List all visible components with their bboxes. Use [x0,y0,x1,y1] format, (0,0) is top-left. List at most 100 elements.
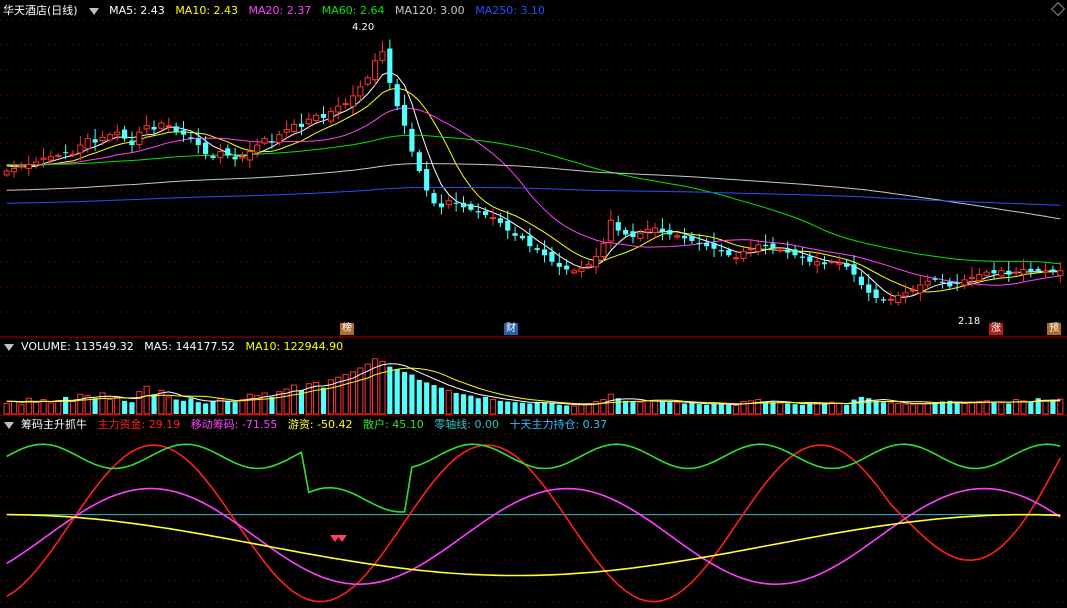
volume-bar [1020,400,1027,415]
candle-body [917,284,924,294]
candle-body [416,152,422,171]
candle-body [792,249,798,256]
retail-line [6,443,1061,513]
candle-body [468,204,474,210]
volume-bar [106,399,113,415]
dropdown-icon[interactable] [4,421,14,429]
volume-bar [180,400,187,414]
candle-body [607,219,614,242]
candle-body [475,211,481,213]
ma20-line [6,107,1061,286]
candle-body [180,130,187,135]
candle-body [203,142,209,155]
candle-body [747,248,754,251]
volume-bar [129,402,135,414]
dropdown-icon[interactable] [88,7,99,15]
volume-bar [954,402,960,414]
volume-bar [968,401,975,415]
candle-body [651,227,659,234]
candle-body [239,156,246,159]
volume-bar [475,398,481,414]
marker-yu[interactable]: 预 [1047,323,1061,335]
candle-body [483,211,489,216]
candle-body [33,161,40,166]
legend-ma5: MA5: 2.43 [109,4,165,17]
volume-bar [225,400,231,414]
volume-bar [151,394,157,414]
candle-body [733,257,740,260]
volume-bar [651,399,659,415]
candle-body [298,123,304,127]
candle-body [151,126,157,130]
volume-bar [733,404,740,415]
marker-zhang[interactable]: 涨 [989,323,1003,335]
volume-bar [453,392,459,414]
candle-body [25,164,32,169]
candle-body [718,250,724,252]
volume-bar [416,379,422,414]
candle-body [18,165,25,168]
candle-body [431,193,437,204]
candle-body [851,264,857,275]
candle-body [983,271,990,276]
candle-body [887,298,894,301]
move-chip-line [6,487,1061,586]
volume-bar [770,402,776,414]
volume-bar [25,397,32,415]
candle-body [880,299,887,301]
volume-bar [792,404,798,414]
candle-body [807,256,813,262]
volume-bar [438,387,444,414]
candle-body [40,157,47,160]
volume-bar [143,385,150,415]
volume-bar [689,402,695,414]
marker-cai[interactable]: 财 [504,323,518,335]
candle-body [858,276,864,286]
candle-body [1050,269,1056,273]
ma120-line [6,163,1061,220]
candle-body [387,48,393,83]
legend-ma10: MA10: 2.43 [175,4,239,17]
candle-body [998,270,1005,277]
candle-body [372,60,379,81]
volume-bar [387,366,393,414]
volume-bar [807,403,813,414]
ma5-line [6,71,1061,298]
volume-bar [755,399,762,415]
price-legend: 华天酒店(日线) MA5: 2.43 MA10: 2.43 MA20: 2.37… [0,2,552,20]
volume-bar [3,402,10,415]
candle-body [1020,268,1027,275]
volume-bar [445,389,452,415]
candle-body [173,126,179,133]
candle-body [313,114,320,121]
dropdown-icon[interactable] [4,343,14,351]
volume-bar [519,402,526,414]
volume-bar [556,404,562,414]
volume-ma10: MA10: 122944.90 [245,340,344,353]
volume-bar [880,402,887,414]
candle-body [357,86,364,97]
candle-body [445,200,452,206]
volume-bar [578,403,585,415]
legend-ma60: MA60: 2.64 [321,4,385,17]
candle-body [755,244,762,252]
candle-body [210,156,216,159]
volume-bar [210,401,216,414]
volume-bar [659,401,666,414]
volume-bar [726,404,732,414]
chart-canvas [0,19,1067,603]
volume-bar [33,401,40,415]
legend-ma250: MA250: 3.10 [475,4,545,17]
candle-body [711,242,717,249]
volume-bar [696,404,702,414]
marker-bang[interactable]: 榜 [340,323,354,335]
volume-bar [497,400,503,414]
volume-bar [69,401,77,415]
candle-body [976,274,983,281]
candle-body [667,229,673,235]
volume-bar [424,382,430,414]
candle-body [1057,270,1064,276]
volume-bar [961,402,968,415]
candle-body [55,154,62,157]
candle-body [1035,268,1041,271]
